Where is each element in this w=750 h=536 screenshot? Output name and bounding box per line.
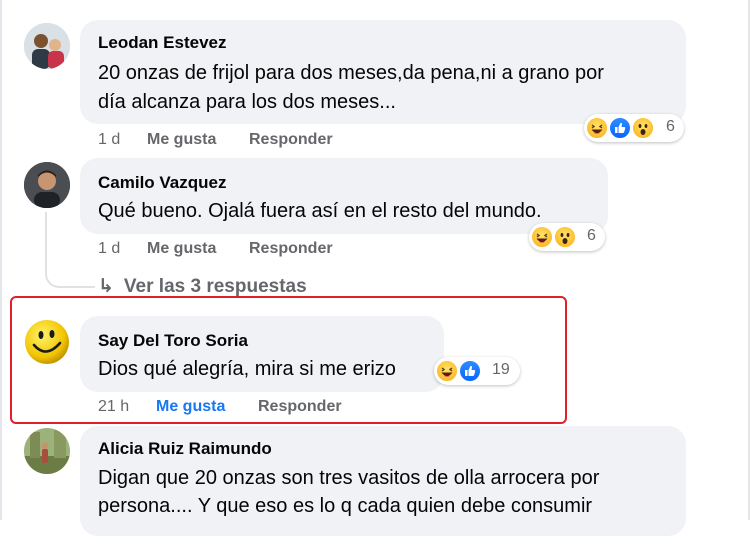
like-icon	[458, 359, 482, 383]
comment-bubble: Camilo Vazquez Qué bueno. Ojalá fuera as…	[80, 158, 608, 234]
wow-icon	[553, 225, 577, 249]
comment-author[interactable]: Camilo Vazquez	[98, 173, 226, 193]
reply-button[interactable]: Responder	[258, 398, 342, 416]
avatar[interactable]	[24, 162, 70, 208]
haha-icon	[530, 225, 554, 249]
comment-actions: 21 h Me gusta Responder	[98, 398, 398, 418]
comment-actions: 1 d Me gusta Responder	[98, 240, 398, 260]
comment-author[interactable]: Leodan Estevez	[98, 33, 227, 53]
comment-author[interactable]: Say Del Toro Soria	[98, 331, 248, 351]
comment-author[interactable]: Alicia Ruiz Raimundo	[98, 439, 272, 459]
like-button[interactable]: Me gusta	[156, 398, 225, 416]
reaction-count: 19	[492, 361, 510, 378]
reaction-summary[interactable]: 6	[584, 114, 684, 142]
like-button[interactable]: Me gusta	[147, 131, 216, 149]
view-replies-label: Ver las 3 respuestas	[123, 276, 307, 297]
thread-connector	[45, 262, 95, 288]
comment-text: Dios qué alegría, mira si me erizo	[98, 358, 396, 380]
wow-icon	[631, 116, 655, 140]
reply-button[interactable]: Responder	[249, 240, 333, 258]
like-icon	[608, 116, 632, 140]
comment-bubble: Say Del Toro Soria Dios qué alegría, mir…	[80, 316, 444, 392]
comment-bubble: Leodan Estevez 20 onzas de frijol para d…	[80, 20, 686, 124]
haha-icon	[585, 116, 609, 140]
haha-icon	[435, 359, 459, 383]
comment-text: persona.... Y que eso es lo q cada quien…	[98, 495, 593, 517]
comment-text: Qué bueno. Ojalá fuera así en el resto d…	[98, 200, 542, 222]
reaction-count: 6	[666, 118, 675, 135]
like-button[interactable]: Me gusta	[147, 240, 216, 258]
comment-timestamp[interactable]: 1 d	[98, 240, 120, 258]
comment-text: 20 onzas de frijol para dos meses,da pen…	[98, 62, 604, 84]
view-replies-button[interactable]: ↳ Ver las 3 respuestas	[98, 275, 307, 298]
comment-timestamp[interactable]: 1 d	[98, 131, 120, 149]
comment-text: Digan que 20 onzas son tres vasitos de o…	[98, 467, 600, 489]
reply-button[interactable]: Responder	[249, 131, 333, 149]
avatar[interactable]	[24, 428, 70, 474]
comment-actions: 1 d Me gusta Responder	[98, 131, 398, 151]
comment-timestamp[interactable]: 21 h	[98, 398, 129, 416]
reaction-count: 6	[587, 227, 596, 244]
avatar[interactable]	[24, 23, 70, 69]
reaction-summary[interactable]: 6	[529, 223, 605, 251]
reply-arrow-icon: ↳	[98, 276, 114, 297]
avatar[interactable]	[24, 319, 70, 365]
left-border	[0, 0, 2, 520]
reaction-summary[interactable]: 19	[434, 357, 520, 385]
comment-text: día alcanza para los dos meses...	[98, 91, 396, 113]
